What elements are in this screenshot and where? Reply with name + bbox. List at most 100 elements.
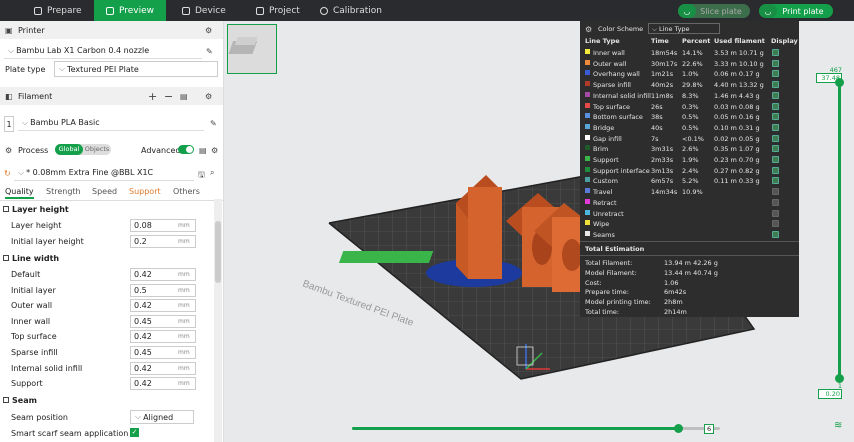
subtab-strength[interactable]: Strength (46, 187, 81, 196)
project-icon (256, 6, 264, 15)
tab-preview[interactable]: Preview (94, 0, 166, 21)
seam-position-label: Seam position (11, 413, 68, 422)
seam-position-select[interactable]: ⌵ Aligned (130, 410, 194, 424)
line-type-name: Top surface (593, 102, 631, 111)
subtab-speed[interactable]: Speed (92, 187, 117, 196)
gear-icon[interactable]: ⚙ (211, 146, 218, 155)
tab-device[interactable]: Device (182, 0, 242, 21)
printer-select[interactable]: ⌵ Bambu Lab X1 Carbon 0.4 nozzle (4, 43, 202, 59)
legend-row: Top surface 26s 0.3% 0.03 m 0.08 g (580, 102, 799, 113)
display-checkbox[interactable] (772, 188, 779, 196)
line-width-icon (3, 255, 9, 261)
legend-row: Unretract (580, 209, 799, 220)
display-checkbox[interactable] (772, 91, 779, 99)
remove-filament-icon[interactable]: − (164, 90, 173, 103)
edit-icon[interactable]: ✎ (206, 47, 213, 56)
compare-icon[interactable]: ▤ (199, 146, 207, 155)
setting-unit: mm (178, 302, 190, 310)
plate-type-select[interactable]: ⌵ Textured PEI Plate (54, 61, 218, 77)
display-checkbox[interactable] (772, 220, 779, 228)
display-checkbox[interactable] (772, 49, 779, 56)
legend-row: Bottom surface 38s 0.5% 0.05 m 0.16 g (580, 112, 799, 123)
display-checkbox[interactable] (772, 156, 779, 163)
prepare-icon (34, 6, 42, 15)
color-swatch (585, 156, 590, 161)
color-scheme-select[interactable]: ⌵ Line Type (648, 23, 720, 34)
line-type-name: Outer wall (593, 59, 627, 68)
preview-icon (106, 6, 114, 15)
settings-icon[interactable]: ⚙ (585, 25, 592, 34)
model-front-1 (468, 187, 502, 279)
display-checkbox[interactable] (772, 113, 779, 121)
tab-project[interactable]: Project (256, 0, 316, 21)
display-checkbox[interactable] (772, 102, 779, 110)
subtab-quality[interactable]: Quality (5, 187, 34, 199)
tab-prepare[interactable]: Prepare (34, 0, 94, 21)
display-checkbox[interactable] (772, 166, 779, 174)
total-value: 13.44 m 40.74 g (664, 268, 718, 277)
legend-row: Internal solid infill 11m8s 8.3% 1.46 m 4.4… (580, 91, 799, 102)
gear-icon[interactable]: ⚙ (205, 92, 212, 101)
total-value: 6m42s (664, 288, 687, 297)
line-type-percent: 2.4% (682, 166, 699, 175)
layer-slider[interactable]: 467 37.48 1 0.20 (816, 60, 852, 405)
printer-icon: ▣ (5, 25, 13, 35)
scrollbar-thumb[interactable] (215, 221, 221, 283)
color-swatch (585, 70, 590, 76)
line-type-name: Unretract (593, 209, 624, 218)
move-slider-handle[interactable] (674, 424, 684, 433)
settings-scrollbar[interactable] (214, 199, 222, 442)
line-type-time: 26s (651, 102, 663, 111)
line-type-used: 0.05 m 0.16 g (714, 113, 760, 122)
scarf-seam-checkbox[interactable]: ✓ (130, 428, 139, 437)
line-type-time: 3m31s (651, 145, 674, 154)
display-checkbox[interactable] (772, 177, 779, 185)
slice-dropdown-icon[interactable]: ◡ (678, 4, 696, 18)
print-dropdown-icon[interactable]: ◡ (759, 4, 777, 18)
display-checkbox[interactable] (772, 59, 779, 67)
filament-select[interactable]: ⌵ Bambu PLA Basic (18, 115, 204, 131)
setting-label: Support (11, 379, 43, 389)
objects-option[interactable]: Objects (83, 144, 111, 155)
global-objects-toggle[interactable]: Global Objects (55, 144, 111, 155)
plate-type-label: Plate type (5, 65, 46, 74)
filament-slot[interactable]: 1 (4, 116, 14, 132)
legend-row: Support 2m33s 1.9% 0.23 m 0.70 g (580, 155, 799, 166)
line-type-percent: 1.0% (682, 70, 699, 79)
advanced-switch[interactable] (178, 145, 194, 154)
process-icon: ⚙ (5, 145, 13, 155)
color-swatch (585, 102, 590, 108)
add-filament-icon[interactable]: + (148, 90, 157, 103)
reset-icon[interactable]: ↻ (4, 169, 11, 178)
print-plate-button[interactable]: ◡ Print plate (759, 4, 833, 18)
display-checkbox[interactable] (772, 134, 779, 142)
legend-row: Retract (580, 198, 799, 209)
display-checkbox[interactable] (772, 145, 779, 153)
display-checkbox[interactable] (772, 209, 779, 217)
search-icon[interactable]: ⌕ (210, 168, 214, 178)
tab-calibration[interactable]: Calibration (320, 0, 400, 21)
edit-icon[interactable]: ✎ (210, 119, 217, 128)
slice-plate-button[interactable]: ◡ Slice plate (678, 4, 750, 18)
legend-row: Bridge 40s 0.5% 0.10 m 0.31 g (580, 123, 799, 134)
edit-filament-icon[interactable]: ▤ (180, 92, 188, 101)
global-option[interactable]: Global (55, 144, 83, 155)
save-icon[interactable]: 🖫 (198, 169, 205, 183)
setting-label: Layer height (11, 221, 62, 230)
layer-top-handle[interactable] (835, 78, 844, 87)
gcode-move-slider[interactable]: 6 (352, 424, 720, 434)
display-checkbox[interactable] (772, 230, 779, 238)
display-checkbox[interactable] (772, 123, 779, 131)
display-checkbox[interactable] (772, 70, 779, 78)
subtab-support[interactable]: Support (129, 187, 161, 196)
process-preset-select[interactable]: ⌵ * 0.08mm Extra Fine @BBL X1C (14, 165, 194, 181)
scarf-seam-label: Smart scarf seam application (11, 429, 129, 438)
line-type-name: Support interface (593, 166, 650, 175)
line-type-percent: 2.6% (682, 145, 699, 154)
subtab-others[interactable]: Others (173, 187, 200, 196)
display-checkbox[interactable] (772, 81, 779, 89)
layer-height-group: Layer height (0, 201, 214, 217)
gear-icon[interactable]: ⚙ (205, 26, 212, 35)
display-checkbox[interactable] (772, 198, 779, 206)
layers-icon[interactable]: ≋ (834, 420, 842, 431)
